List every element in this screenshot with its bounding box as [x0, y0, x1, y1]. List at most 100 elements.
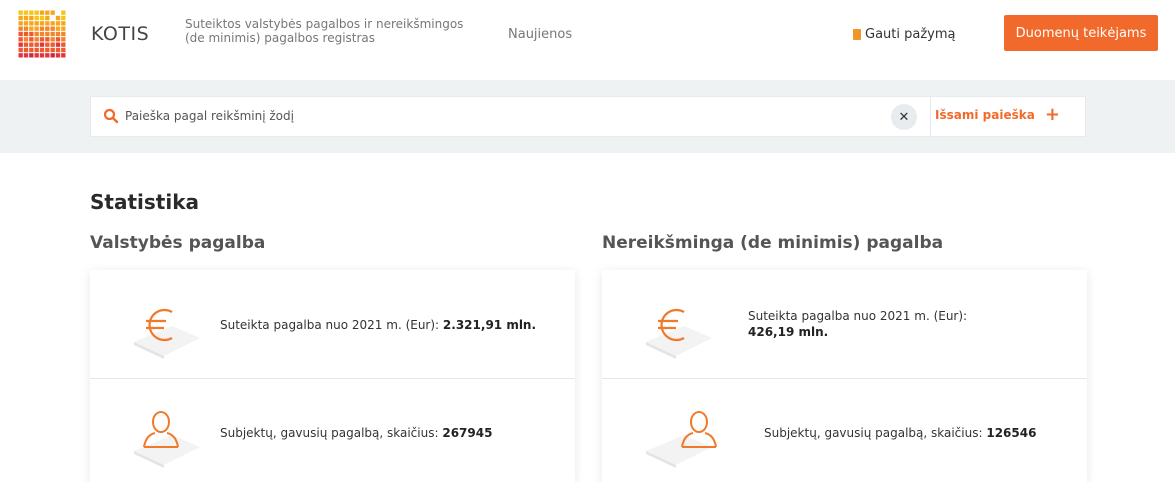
logo-tile [61, 15, 66, 21]
euro-icon [146, 308, 173, 342]
logo-tile [50, 10, 55, 15]
tagline-line-2: (de minimis) pagalbos registras [185, 31, 376, 45]
logo-tile [34, 31, 39, 37]
logo-tile [34, 53, 39, 58]
logo-tile [29, 47, 34, 53]
logo-tile [55, 31, 61, 37]
de-minimis-subjects: Subjektų, gavusių pagalbą, skaičius: 126… [764, 425, 1036, 441]
logo-tile [50, 21, 55, 26]
logo-tile [45, 21, 50, 26]
de-minimis-subjects-label: Subjektų, gavusių pagalbą, skaičius: [764, 426, 983, 440]
kotis-logo[interactable] [18, 10, 66, 58]
state-aid-card: Suteikta pagalba nuo 2021 m. (Eur): 2.32… [90, 270, 575, 482]
logo-tile [29, 21, 34, 26]
logo-tile [29, 37, 34, 42]
logo-tile [61, 31, 66, 37]
clear-search-button[interactable]: ✕ [891, 104, 917, 130]
logo-tile [39, 10, 45, 15]
logo-tile [61, 21, 66, 26]
state-aid-subjects-row: Subjektų, gavusių pagalbą, skaičius: 267… [90, 378, 575, 482]
state-aid-subjects-label: Subjektų, gavusių pagalbą, skaičius: [220, 426, 439, 440]
logo-tile [45, 42, 50, 47]
document-icon [853, 29, 861, 40]
logo-tile [45, 53, 50, 58]
state-aid-title: Valstybės pagalba [90, 233, 266, 253]
data-providers-button[interactable]: Duomenų teikėjams [1004, 15, 1158, 51]
get-certificate-link[interactable]: Gauti pažymą [853, 27, 956, 42]
logo-tile [18, 10, 23, 15]
logo-tile [18, 42, 23, 47]
logo-tile [55, 26, 61, 31]
header: KOTIS Suteiktos valstybės pagalbos ir ne… [0, 0, 1175, 80]
nav-news-link[interactable]: Naujienos [508, 27, 572, 42]
logo-tile [61, 37, 66, 42]
get-certificate-label: Gauti pažymą [865, 27, 956, 42]
logo-tile [18, 53, 23, 58]
logo-tile [39, 37, 45, 42]
logo-tile [23, 21, 29, 26]
logo-tile [18, 21, 23, 26]
advanced-search-button[interactable]: Išsami paieška + [935, 104, 1060, 125]
logo-tile [18, 47, 23, 53]
logo-tile [29, 15, 34, 21]
logo-tile [39, 42, 45, 47]
person-icon [143, 411, 179, 448]
logo-tile [23, 15, 29, 21]
logo-tile [50, 37, 55, 42]
plus-icon: + [1044, 104, 1060, 125]
search-divider [930, 96, 931, 137]
de-minimis-title: Nereikšminga (de minimis) pagalba [602, 233, 944, 253]
statistics-title: Statistika [90, 190, 199, 214]
logo-tile [34, 37, 39, 42]
de-minimis-amount-row: Suteikta pagalba nuo 2021 m. (Eur): 426,… [602, 270, 1087, 378]
logo-tile [55, 53, 61, 58]
state-aid-amount-value: 2.321,91 mln. [442, 318, 537, 332]
logo-tile [55, 15, 61, 21]
logo-tile [55, 42, 61, 47]
logo-tile [23, 42, 29, 47]
de-minimis-amount-value: 426,19 mln. [748, 325, 829, 339]
logo-tile [45, 47, 50, 53]
logo-tile [29, 42, 34, 47]
logo-tile [45, 26, 50, 31]
logo-tile [50, 26, 55, 31]
logo-tile [23, 47, 29, 53]
site-tagline: Suteiktos valstybės pagalbos ir nereikšm… [185, 17, 485, 45]
logo-tile [50, 42, 55, 47]
logo-tile [61, 47, 66, 53]
search-input[interactable] [125, 106, 865, 126]
logo-tile [45, 15, 50, 21]
logo-tile [34, 15, 39, 21]
logo-tile [29, 26, 34, 31]
close-icon: ✕ [898, 109, 910, 125]
logo-tile [29, 31, 34, 37]
de-minimis-amount-label: Suteikta pagalba nuo 2021 m. (Eur): [748, 309, 968, 323]
advanced-search-label: Išsami paieška [935, 108, 1035, 122]
logo-tile [34, 42, 39, 47]
logo-tile [34, 21, 39, 26]
logo-tile [29, 53, 34, 58]
logo-tile [23, 31, 29, 37]
logo-tile [18, 31, 23, 37]
logo-tile [45, 10, 50, 15]
logo-tile [61, 26, 66, 31]
logo-tile [29, 10, 34, 15]
logo-tile [61, 10, 66, 15]
brand-name[interactable]: KOTIS [91, 23, 149, 45]
logo-tile [18, 15, 23, 21]
state-aid-subjects-value: 267945 [442, 426, 493, 440]
de-minimis-subjects-value: 126546 [986, 426, 1037, 440]
logo-tile [34, 26, 39, 31]
state-aid-amount-label: Suteikta pagalba nuo 2021 m. (Eur): [220, 318, 440, 332]
logo-tile [39, 26, 45, 31]
logo-tile [55, 21, 61, 26]
logo-tile [61, 53, 66, 58]
logo-tile [18, 37, 23, 42]
logo-tile [39, 21, 45, 26]
tagline-line-1: Suteiktos valstybės pagalbos ir nereikšm… [185, 17, 464, 31]
logo-tile [39, 53, 45, 58]
search-icon [103, 108, 119, 124]
logo-tile [39, 31, 45, 37]
de-minimis-card: Suteikta pagalba nuo 2021 m. (Eur): 426,… [602, 270, 1087, 482]
de-minimis-amount: Suteikta pagalba nuo 2021 m. (Eur): 426,… [748, 308, 1048, 340]
